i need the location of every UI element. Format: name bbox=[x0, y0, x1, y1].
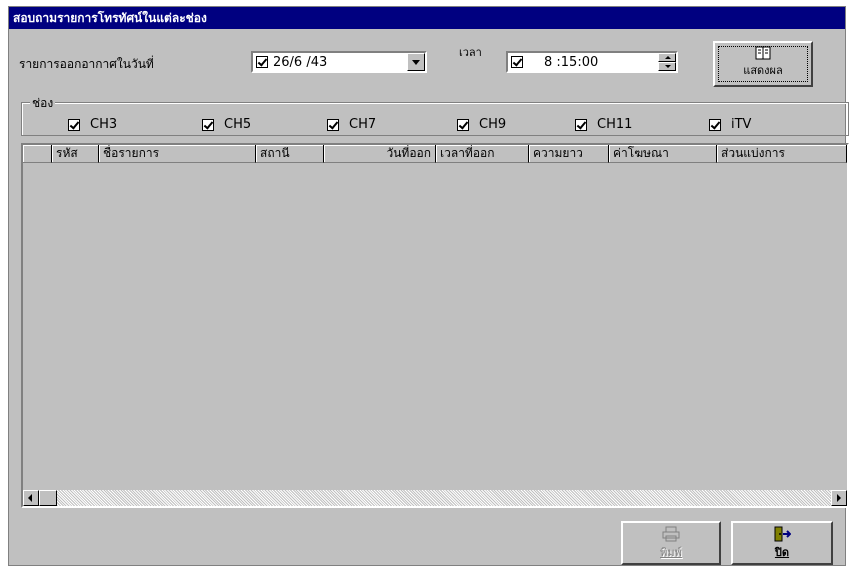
date-value: 26/6 /43 bbox=[273, 55, 328, 70]
channel-group-label: ช่อง bbox=[30, 94, 56, 113]
column-header-selector[interactable] bbox=[23, 145, 52, 163]
close-button[interactable]: ปิด bbox=[731, 521, 833, 565]
checkbox-icon[interactable] bbox=[709, 118, 721, 131]
channel-checkbox-ch7[interactable]: CH7 bbox=[327, 117, 376, 132]
channel-label: CH5 bbox=[224, 117, 252, 132]
close-button-label: ปิด bbox=[774, 546, 790, 559]
column-header-program-name[interactable]: ชื่อรายการ bbox=[99, 145, 256, 163]
time-checkbox[interactable] bbox=[511, 56, 523, 68]
time-label: เวลา bbox=[459, 46, 482, 59]
spin-down-icon[interactable] bbox=[658, 62, 676, 71]
channel-label: iTV bbox=[731, 117, 752, 132]
table-header: รหัส ชื่อรายการ สถานี วันที่ออก เวลาที่อ… bbox=[23, 145, 847, 163]
date-label: รายการออกอากาศในวันที่ bbox=[19, 57, 154, 71]
time-spinner[interactable] bbox=[658, 53, 676, 71]
scroll-thumb[interactable] bbox=[39, 490, 57, 506]
column-header-air-time[interactable]: เวลาที่ออก bbox=[436, 145, 529, 163]
checkbox-icon[interactable] bbox=[327, 118, 339, 131]
checkbox-icon[interactable] bbox=[575, 118, 587, 131]
show-button[interactable]: แสดงผล bbox=[713, 41, 813, 87]
program-table[interactable]: รหัส ชื่อรายการ สถานี วันที่ออก เวลาที่อ… bbox=[21, 143, 849, 508]
channel-label: CH7 bbox=[349, 117, 377, 132]
horizontal-scrollbar[interactable] bbox=[23, 490, 847, 506]
channel-label: CH3 bbox=[90, 117, 118, 132]
channel-group: ช่อง CH3 CH5 CH7 CH9 CH11 iTV bbox=[21, 94, 849, 136]
scroll-right-icon[interactable] bbox=[831, 490, 847, 506]
channel-label: CH11 bbox=[597, 117, 633, 132]
print-button[interactable]: พิมพ์ bbox=[621, 521, 721, 565]
column-header-ad-cost[interactable]: ค่าโฆษณา bbox=[609, 145, 717, 163]
scroll-left-icon[interactable] bbox=[23, 490, 39, 506]
main-window: สอบถามรายการโทรทัศน์ในแต่ละช่อง รายการออ… bbox=[8, 6, 849, 566]
channel-checkbox-ch11[interactable]: CH11 bbox=[575, 117, 632, 132]
channel-label: CH9 bbox=[479, 117, 507, 132]
checkbox-icon[interactable] bbox=[68, 118, 80, 131]
date-dropdown-button[interactable] bbox=[407, 53, 425, 71]
spin-up-icon[interactable] bbox=[658, 53, 676, 62]
column-header-share[interactable]: ส่วนแบ่งการ bbox=[717, 145, 847, 163]
channel-checkbox-ch3[interactable]: CH3 bbox=[68, 117, 117, 132]
time-value: 8 :15:00 bbox=[544, 55, 599, 70]
window-title: สอบถามรายการโทรทัศน์ในแต่ละช่อง bbox=[9, 7, 845, 29]
column-header-air-date[interactable]: วันที่ออก bbox=[324, 145, 436, 163]
exit-door-icon bbox=[774, 526, 791, 542]
date-picker[interactable]: 26/6 /43 bbox=[251, 51, 427, 73]
column-header-duration[interactable]: ความยาว bbox=[529, 145, 609, 163]
time-picker[interactable]: 8 :15:00 bbox=[506, 51, 678, 73]
date-checkbox[interactable] bbox=[256, 56, 268, 68]
print-button-label: พิมพ์ bbox=[660, 546, 682, 559]
channel-checkbox-itv[interactable]: iTV bbox=[709, 117, 751, 132]
printer-icon bbox=[662, 526, 680, 542]
column-header-code[interactable]: รหัส bbox=[52, 145, 99, 163]
channel-checkbox-ch5[interactable]: CH5 bbox=[202, 117, 251, 132]
checkbox-icon[interactable] bbox=[202, 118, 214, 131]
channel-checkbox-ch9[interactable]: CH9 bbox=[457, 117, 506, 132]
checkbox-icon[interactable] bbox=[457, 118, 469, 131]
column-header-station[interactable]: สถานี bbox=[256, 145, 324, 163]
